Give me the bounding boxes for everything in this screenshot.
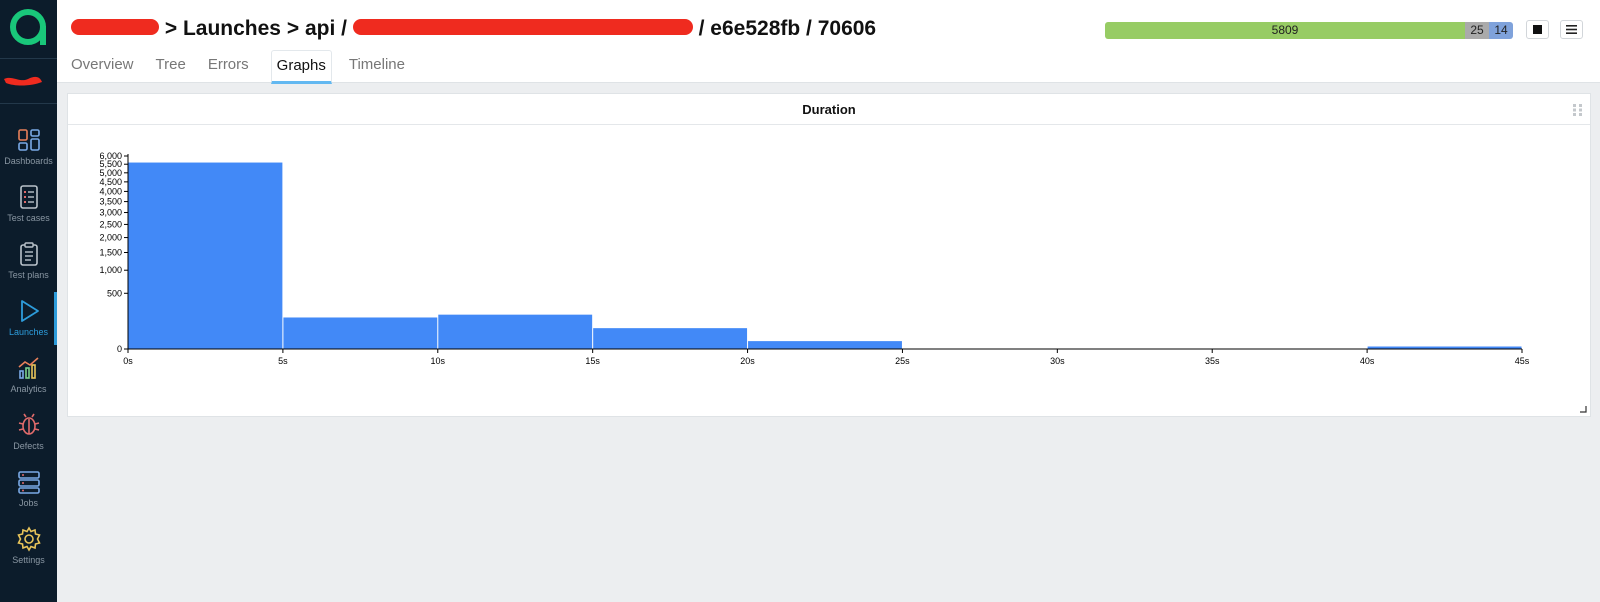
x-tick-label: 15s [585, 356, 600, 366]
y-tick-label: 2,000 [99, 233, 122, 243]
y-tick-label: 2,500 [99, 219, 122, 229]
resize-handle-icon[interactable] [1579, 405, 1587, 413]
sidebar-item-dashboards[interactable]: Dashboards [0, 119, 57, 176]
y-tick-label: 4,000 [99, 186, 122, 196]
y-tick-label: 3,000 [99, 208, 122, 218]
header: > Launches > api / / e6e528fb / 70606 Ov… [57, 0, 1600, 84]
sidebar-item-label: Analytics [10, 384, 47, 394]
tab-bar: Overview Tree Errors Graphs Timeline [71, 50, 427, 84]
passed-count[interactable]: 5809 [1105, 22, 1465, 39]
x-tick-label: 35s [1205, 356, 1220, 366]
menu-button[interactable] [1560, 20, 1583, 39]
test-plans-icon [19, 242, 38, 266]
breadcrumb-launch-id: / e6e528fb / 70606 [698, 17, 877, 40]
duration-widget: Duration 0 500 1,000 1,500 2,000 2,500 3,000 3,… [67, 93, 1591, 417]
y-tick-label: 1,000 [99, 265, 122, 275]
redacted-launch-name [352, 19, 693, 36]
x-tick-label: 30s [1050, 356, 1065, 366]
sidebar-nav: Dashboards Test cases Test plans Launches An… [0, 119, 57, 575]
x-tick-label: 10s [431, 356, 446, 366]
sidebar-item-label: Test cases [7, 213, 50, 223]
sidebar-item-defects[interactable]: Defects [0, 404, 57, 461]
breadcrumb-separator: > [164, 17, 178, 40]
histogram-bar [283, 317, 438, 349]
tab-errors[interactable]: Errors [208, 50, 254, 84]
x-tick-label: 25s [895, 356, 910, 366]
sidebar-item-label: Launches [8, 327, 49, 337]
y-tick-label: 5,000 [99, 168, 122, 178]
x-tick-label: 0s [123, 356, 133, 366]
y-tick-label: 4,500 [99, 177, 122, 187]
breadcrumb-launches-link[interactable]: Launches [183, 17, 281, 40]
sidebar-item-jobs[interactable]: Jobs [0, 461, 57, 518]
x-tick-label: 45s [1515, 356, 1530, 366]
launches-icon [20, 300, 39, 322]
sidebar-item-test-cases[interactable]: Test cases [0, 176, 57, 233]
histogram-bar [438, 314, 593, 349]
tab-graphs[interactable]: Graphs [270, 50, 332, 84]
dashboards-icon [17, 129, 40, 151]
x-tick-label: 20s [740, 356, 755, 366]
analytics-icon [17, 357, 39, 379]
breadcrumb-separator: > [286, 17, 300, 40]
redacted-project [71, 19, 159, 36]
stop-icon [1533, 25, 1542, 34]
hamburger-icon [1566, 25, 1577, 34]
x-tick-label: 40s [1360, 356, 1375, 366]
sidebar-item-label: Jobs [18, 498, 38, 508]
project-selector[interactable] [0, 58, 57, 104]
y-tick-label: 0 [117, 344, 122, 354]
sidebar-item-settings[interactable]: Settings [0, 518, 57, 575]
sidebar-item-label: Settings [12, 555, 45, 565]
tab-timeline[interactable]: Timeline [349, 50, 410, 84]
allure-logo-icon[interactable] [7, 6, 49, 48]
sidebar-item-label: Defects [13, 441, 44, 451]
skipped-count[interactable]: 14 [1489, 22, 1513, 39]
y-tick-label: 1,500 [99, 248, 122, 258]
x-tick-label: 5s [278, 356, 288, 366]
sidebar: Dashboards Test cases Test plans Launches An… [0, 0, 57, 602]
tab-overview[interactable]: Overview [71, 50, 139, 84]
jobs-icon [17, 471, 40, 494]
settings-icon [16, 526, 41, 552]
widget-title: Duration [68, 94, 1590, 125]
y-tick-label: 500 [107, 288, 122, 298]
breadcrumb-api[interactable]: api / [305, 17, 347, 40]
status-bar[interactable]: 5809 25 14 [1105, 22, 1513, 39]
histogram-bar [748, 341, 902, 349]
breadcrumb: > Launches > api / / e6e528fb / 70606 [71, 17, 876, 41]
histogram-bar [128, 162, 283, 349]
y-tick-label: 6,000 [99, 151, 122, 161]
stop-button[interactable] [1526, 20, 1549, 39]
tab-tree[interactable]: Tree [156, 50, 191, 84]
y-tick-label: 3,500 [99, 197, 122, 207]
redacted-project-name [4, 76, 42, 86]
sidebar-item-test-plans[interactable]: Test plans [0, 233, 57, 290]
sidebar-item-label: Dashboards [4, 156, 53, 166]
sidebar-item-analytics[interactable]: Analytics [0, 347, 57, 404]
drag-handle-icon[interactable] [1572, 103, 1583, 117]
test-cases-icon [19, 185, 38, 209]
sidebar-item-launches[interactable]: Launches [0, 290, 57, 347]
sidebar-item-label: Test plans [8, 270, 49, 280]
broken-count[interactable]: 25 [1465, 22, 1489, 39]
histogram-bar [593, 328, 748, 349]
defects-icon [18, 413, 39, 435]
duration-histogram: 05001,0001,5002,0002,5003,0003,5004,0004… [99, 151, 1530, 366]
